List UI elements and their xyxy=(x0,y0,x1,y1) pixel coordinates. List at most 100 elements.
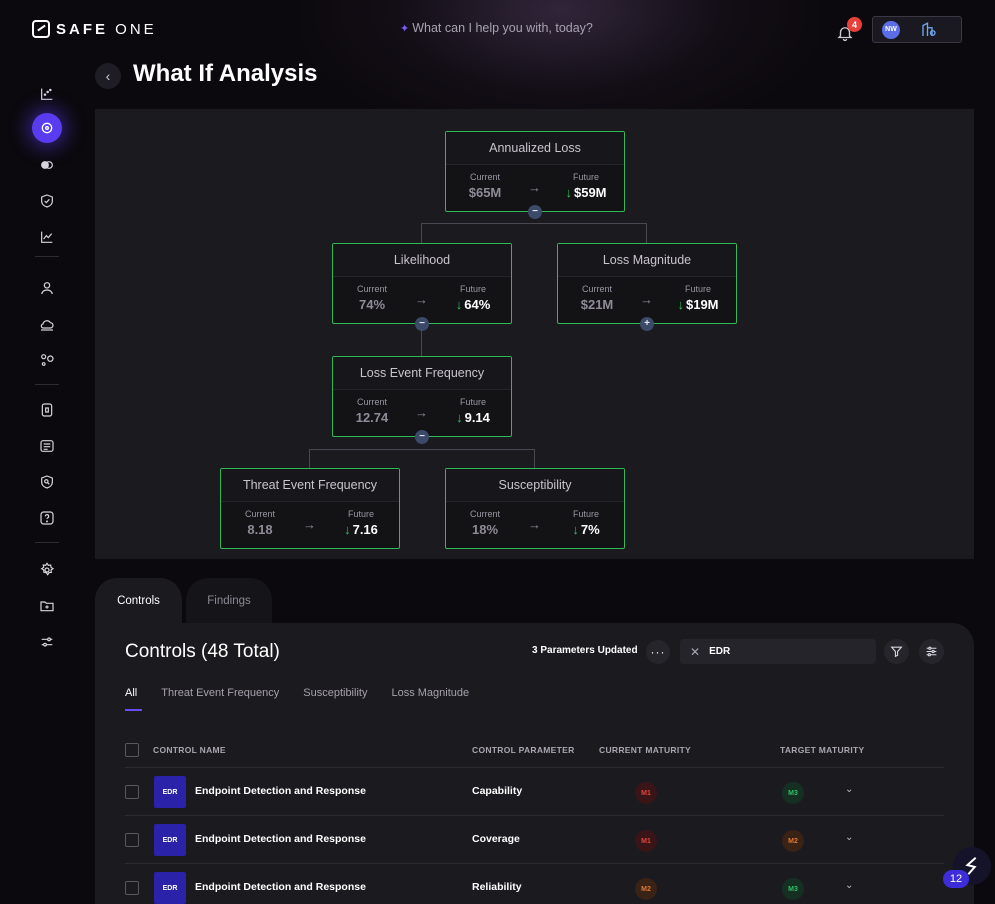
target-maturity-badge[interactable]: M3 xyxy=(782,782,804,804)
column-settings-button[interactable] xyxy=(919,639,944,664)
row-checkbox[interactable] xyxy=(125,833,139,847)
controls-panel: Controls (48 Total) 3 Parameters Updated… xyxy=(95,623,974,904)
current-maturity-badge: M1 xyxy=(635,830,657,852)
collapse-toggle[interactable]: − xyxy=(528,205,542,219)
sidebar-item-settings[interactable] xyxy=(28,556,66,584)
logo-mark-icon xyxy=(32,20,50,38)
tab-controls[interactable]: Controls xyxy=(95,578,182,624)
future-value: 7% xyxy=(580,522,600,537)
node-threat-event-frequency[interactable]: Threat Event Frequency Current 8.18 → Fut… xyxy=(220,468,400,549)
table-row[interactable]: EDR Endpoint Detection and Response Capa… xyxy=(125,768,944,816)
select-all-checkbox[interactable] xyxy=(125,743,139,757)
row-checkbox[interactable] xyxy=(125,881,139,895)
sidebar-item-users[interactable] xyxy=(28,274,66,302)
column-target-maturity[interactable]: TARGET MATURITY xyxy=(780,745,864,755)
controls-table: CONTROL NAME CONTROL PARAMETER CURRENT M… xyxy=(125,736,944,904)
what-if-tree-panel: Annualized Loss Current $65M → Future ↓ $59… xyxy=(95,109,974,559)
sidebar-item-policies[interactable] xyxy=(28,396,66,424)
arrow-right-icon: → xyxy=(640,292,653,307)
more-options-button[interactable]: ··· xyxy=(646,640,670,664)
sidebar-item-help[interactable] xyxy=(28,504,66,532)
arrow-down-icon: ↓ xyxy=(456,410,463,425)
sidebar-item-lists[interactable] xyxy=(28,432,66,460)
sidebar-divider xyxy=(35,542,59,543)
cloud-icon xyxy=(40,320,54,331)
future-label: Future xyxy=(459,284,486,294)
collapse-toggle[interactable]: − xyxy=(415,317,429,331)
filter-tab-threat-event-frequency[interactable]: Threat Event Frequency xyxy=(161,687,279,705)
sidebar-item-adjustments[interactable] xyxy=(28,628,66,656)
sidebar-item-security[interactable] xyxy=(28,187,66,215)
sidebar-item-integrations[interactable] xyxy=(28,346,66,374)
node-susceptibility[interactable]: Susceptibility Current 18% → Future ↓ 7% xyxy=(445,468,625,549)
row-checkbox[interactable] xyxy=(125,785,139,799)
tree-connector xyxy=(309,449,535,450)
filter-button[interactable] xyxy=(884,639,909,664)
table-row[interactable]: EDR Endpoint Detection and Response Cove… xyxy=(125,816,944,864)
collapse-toggle[interactable]: − xyxy=(415,430,429,444)
ai-assistant-prompt[interactable]: ✦ What can I help you with, today? xyxy=(400,21,593,35)
filter-tab-susceptibility[interactable]: Susceptibility xyxy=(303,687,367,705)
sidebar-item-toggle[interactable] xyxy=(28,151,66,179)
node-loss-event-frequency[interactable]: Loss Event Frequency Current 12.74 → Futu… xyxy=(332,356,512,444)
future-value: 64% xyxy=(464,297,491,312)
sidebar-item-dashboard[interactable] xyxy=(28,80,66,108)
current-value: 12.74 xyxy=(355,410,389,425)
arrow-down-icon: ↓ xyxy=(565,185,572,200)
node-annualized-loss[interactable]: Annualized Loss Current $65M → Future ↓ $59… xyxy=(445,131,625,219)
control-name: Endpoint Detection and Response xyxy=(195,881,366,893)
node-likelihood[interactable]: Likelihood Current 74% → Future ↓ 64% − xyxy=(332,243,512,331)
user-account-menu[interactable]: NW xyxy=(872,16,962,43)
tab-findings[interactable]: Findings xyxy=(186,578,272,624)
search-field[interactable]: ✕ xyxy=(680,639,876,664)
filter-tab-loss-magnitude[interactable]: Loss Magnitude xyxy=(391,687,469,705)
sidebar-divider xyxy=(35,256,59,257)
clear-search-icon[interactable]: ✕ xyxy=(690,645,700,659)
column-control-parameter[interactable]: CONTROL PARAMETER xyxy=(472,745,575,755)
future-value: 9.14 xyxy=(464,410,490,425)
filter-tabs: All Threat Event Frequency Susceptibilit… xyxy=(125,687,469,711)
search-input[interactable] xyxy=(709,646,860,657)
control-badge: EDR xyxy=(154,776,186,808)
back-button[interactable]: ‹ xyxy=(95,63,121,89)
expand-toggle[interactable]: + xyxy=(640,317,654,331)
future-value: $59M xyxy=(573,185,607,200)
current-value: 18% xyxy=(471,522,499,537)
chevron-down-icon[interactable]: ⌄ xyxy=(845,784,853,795)
app-logo[interactable]: SAFE ONE xyxy=(32,20,157,38)
filter-tab-all[interactable]: All xyxy=(125,687,143,711)
target-maturity-badge[interactable]: M2 xyxy=(782,830,804,852)
chevron-left-icon: ‹ xyxy=(105,68,111,84)
folder-add-icon xyxy=(40,601,54,612)
future-label: Future xyxy=(572,172,599,182)
current-value: $21M xyxy=(580,297,614,312)
column-control-name[interactable]: CONTROL NAME xyxy=(153,745,226,755)
node-title: Susceptibility xyxy=(446,469,624,502)
line-chart-icon xyxy=(41,231,53,243)
chevron-down-icon[interactable]: ⌄ xyxy=(845,880,853,891)
control-badge: EDR xyxy=(154,824,186,856)
sidebar-item-cloud[interactable] xyxy=(28,310,66,338)
future-label: Future xyxy=(459,397,486,407)
shield-search-icon xyxy=(41,475,53,489)
node-loss-magnitude[interactable]: Loss Magnitude Current $21M → Future ↓ $19M… xyxy=(557,243,737,331)
sidebar-item-folder[interactable] xyxy=(28,592,66,620)
arrow-right-icon: → xyxy=(528,180,541,195)
sidebar-item-search-security[interactable] xyxy=(28,468,66,496)
sidebar-item-trends[interactable] xyxy=(28,223,66,251)
control-parameter: Reliability xyxy=(472,881,522,893)
column-current-maturity[interactable]: CURRENT MATURITY xyxy=(599,745,691,755)
page-title: What If Analysis xyxy=(133,60,318,87)
current-label: Current xyxy=(469,172,500,182)
control-name: Endpoint Detection and Response xyxy=(195,833,366,845)
node-title: Loss Magnitude xyxy=(558,244,736,277)
table-row[interactable]: EDR Endpoint Detection and Response Reli… xyxy=(125,864,944,904)
sidebar-item-what-if[interactable] xyxy=(32,113,62,143)
future-value: $19M xyxy=(685,297,719,312)
avatar: NW xyxy=(882,20,900,39)
node-title: Loss Event Frequency xyxy=(333,357,511,390)
target-maturity-badge[interactable]: M3 xyxy=(782,878,804,900)
document-shield-icon xyxy=(41,403,53,417)
control-parameter: Coverage xyxy=(472,833,520,845)
chevron-down-icon[interactable]: ⌄ xyxy=(845,832,853,843)
